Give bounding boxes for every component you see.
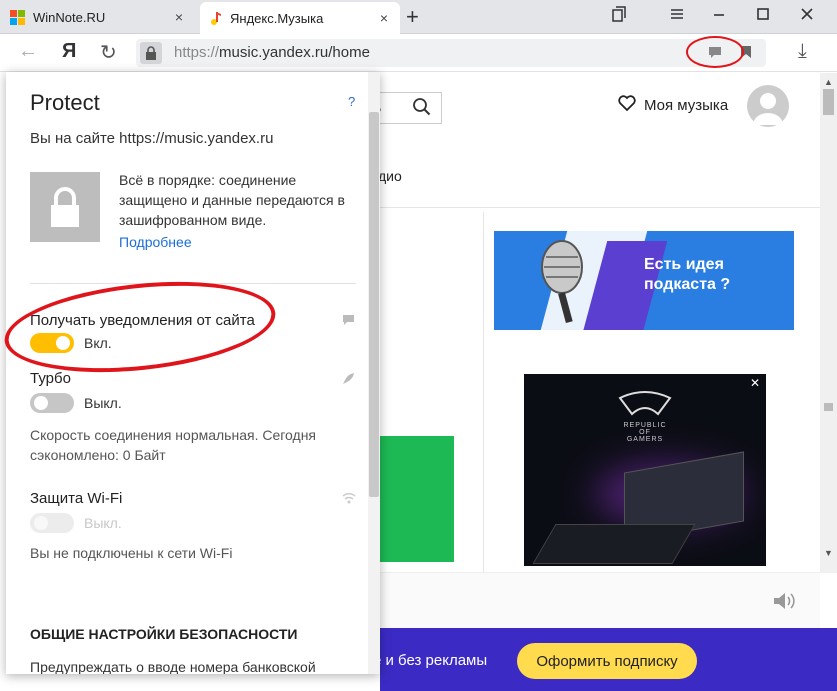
windows-logo-icon bbox=[10, 9, 25, 25]
volume-icon[interactable] bbox=[772, 591, 796, 616]
wifi-note: Вы не подключены к сети Wi-Fi bbox=[30, 545, 233, 561]
laptop-base bbox=[532, 524, 696, 564]
rocket-icon bbox=[342, 372, 355, 388]
protect-lock-button[interactable] bbox=[140, 42, 162, 64]
scroll-down-icon[interactable]: ▼ bbox=[824, 548, 833, 558]
tab-winnote[interactable]: WinNote.RU × bbox=[0, 0, 195, 34]
close-icon[interactable]: ✕ bbox=[750, 376, 760, 390]
scroll-thumb-lower bbox=[824, 403, 833, 411]
download-icon[interactable]: ⤓ bbox=[798, 40, 807, 63]
tab-label: WinNote.RU bbox=[33, 9, 106, 25]
turbo-label: Турбо bbox=[30, 370, 71, 387]
turbo-state: Выкл. bbox=[84, 395, 122, 411]
green-promo-card[interactable] bbox=[380, 436, 454, 562]
notification-icon bbox=[342, 314, 355, 329]
page-scrollbar[interactable]: ▲ ▼ bbox=[820, 73, 837, 573]
back-button[interactable]: ← bbox=[18, 40, 38, 63]
podcast-text: Есть идея подкаста ? bbox=[644, 256, 731, 293]
scrollbar-thumb[interactable] bbox=[823, 89, 834, 115]
reload-button[interactable]: ↻ bbox=[100, 40, 117, 65]
divider bbox=[380, 207, 820, 208]
my-music-link[interactable]: Моя музыка bbox=[618, 95, 728, 115]
menu-icon[interactable] bbox=[669, 6, 685, 26]
more-link[interactable]: Подробнее bbox=[119, 234, 192, 250]
scroll-up-icon[interactable]: ▲ bbox=[824, 77, 833, 87]
close-window-icon[interactable] bbox=[799, 6, 815, 26]
maximize-icon[interactable] bbox=[755, 6, 771, 26]
ad-brand-text: REPUBLIC OF GAMERS bbox=[623, 422, 667, 443]
secure-connection-text: Всё в порядке: соединение защищено и дан… bbox=[119, 172, 345, 228]
music-note-icon bbox=[210, 11, 222, 25]
tab-label: Яндекс.Музыка bbox=[230, 10, 324, 26]
yandex-logo-button[interactable]: Я bbox=[62, 40, 76, 63]
search-icon[interactable] bbox=[412, 97, 432, 120]
site-info: Вы на сайте https://music.yandex.ru bbox=[30, 130, 274, 147]
lock-icon bbox=[30, 172, 100, 242]
wifi-toggle[interactable] bbox=[30, 513, 74, 533]
popup-scrollbar-thumb[interactable] bbox=[369, 112, 379, 497]
avatar[interactable] bbox=[747, 85, 789, 127]
tab-radio[interactable]: дио bbox=[378, 168, 402, 184]
close-tab-icon[interactable]: × bbox=[175, 9, 183, 25]
help-link[interactable]: ? bbox=[348, 94, 355, 109]
turbo-toggle[interactable] bbox=[30, 393, 74, 413]
section-title: ОБЩИЕ НАСТРОЙКИ БЕЗОПАСНОСТИ bbox=[30, 626, 298, 642]
address-bar[interactable]: https://music.yandex.ru/home bbox=[136, 39, 766, 67]
player-bar bbox=[380, 572, 820, 628]
search-input-tail[interactable]: ь bbox=[372, 92, 442, 124]
turbo-note: Скорость соединения нормальная. Сегодня … bbox=[30, 427, 317, 463]
close-tab-icon[interactable]: × bbox=[380, 10, 388, 26]
promo-text: е и без рекламы bbox=[373, 652, 488, 669]
microphone-icon bbox=[524, 237, 594, 330]
minimize-icon[interactable] bbox=[711, 6, 727, 26]
tab-bar: WinNote.RU × Яндекс.Музыка × + bbox=[0, 0, 837, 34]
tab-yandex-music[interactable]: Яндекс.Музыка × bbox=[200, 2, 400, 34]
podcast-banner[interactable]: Есть идея подкаста ? bbox=[494, 231, 794, 330]
wifi-state: Выкл. bbox=[84, 515, 122, 531]
wifi-icon bbox=[342, 492, 356, 507]
protect-popup: Protect ? Вы на сайте https://music.yand… bbox=[6, 72, 380, 674]
subscribe-button[interactable]: Оформить подписку bbox=[517, 643, 697, 679]
rog-logo-icon bbox=[618, 388, 672, 423]
new-tab-button[interactable]: + bbox=[406, 4, 419, 30]
wifi-label: Защита Wi-Fi bbox=[30, 490, 123, 507]
bank-card-warning-label: Предупреждать о вводе номера банковской bbox=[30, 659, 316, 674]
divider bbox=[483, 212, 484, 572]
popup-title: Protect bbox=[30, 90, 100, 115]
ad-banner[interactable]: ✕ REPUBLIC OF GAMERS bbox=[524, 374, 766, 566]
url-text[interactable]: https://music.yandex.ru/home bbox=[174, 44, 370, 61]
bookmarks-panel-icon[interactable] bbox=[611, 6, 627, 26]
heart-icon bbox=[618, 95, 636, 115]
annotation-oval bbox=[686, 36, 744, 68]
